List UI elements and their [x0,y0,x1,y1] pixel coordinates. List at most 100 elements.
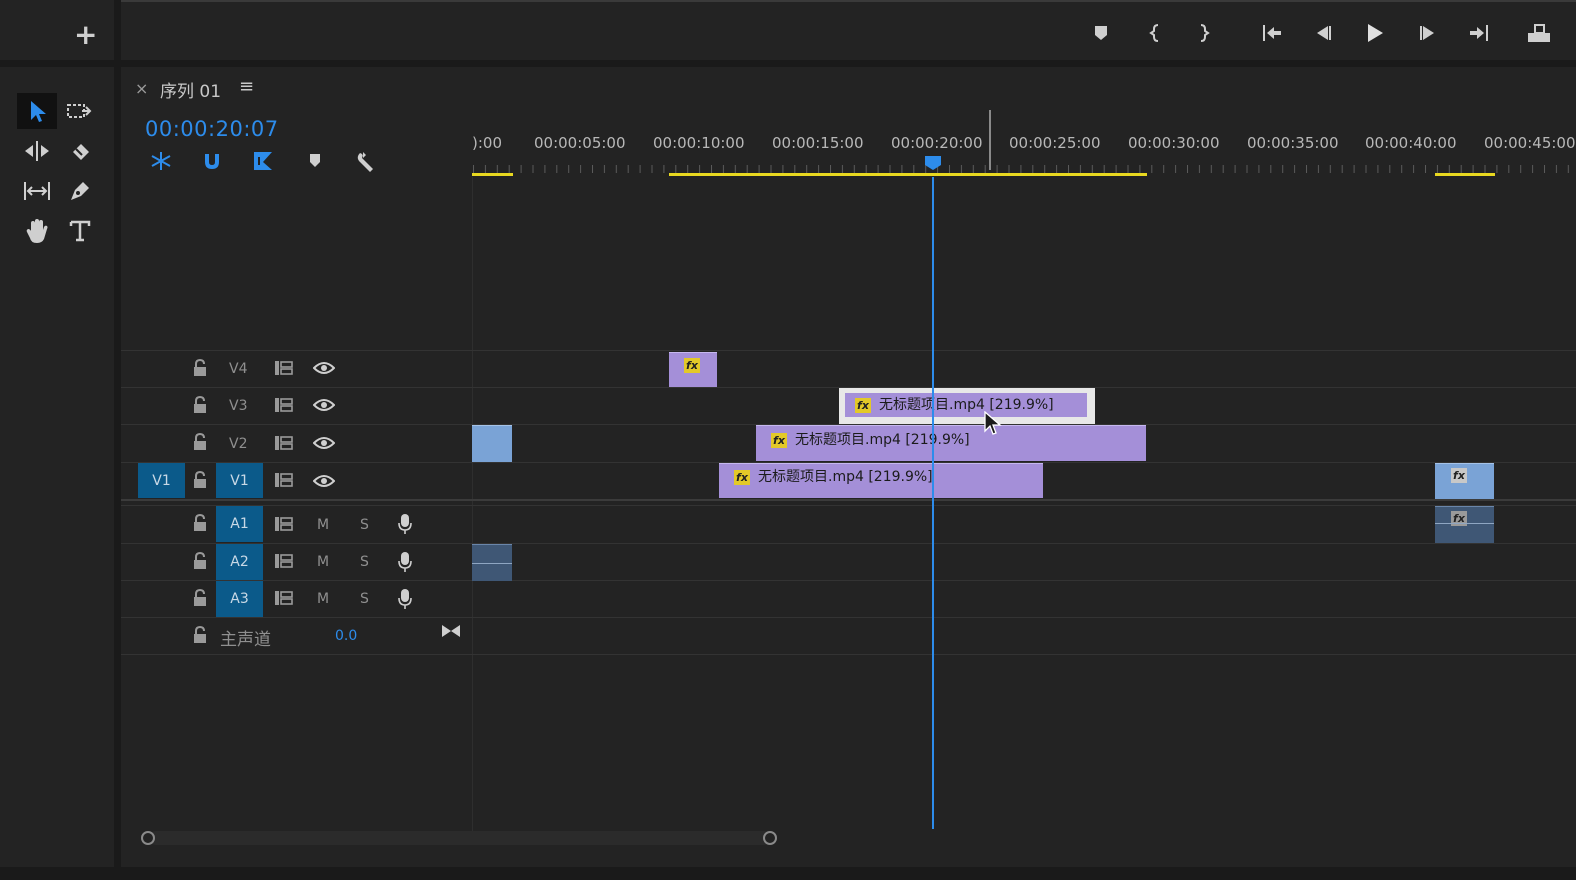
master-volume-value[interactable]: 0.0 [335,628,357,644]
microphone-icon[interactable] [397,588,413,610]
sync-lock-icon[interactable] [274,360,294,376]
playhead-line[interactable] [932,177,934,829]
microphone-icon[interactable] [397,551,413,573]
lock-icon[interactable] [193,433,207,451]
clip-v1-end[interactable]: fx [1435,463,1494,499]
bowtie-icon[interactable] [441,623,461,639]
eye-icon[interactable] [313,436,335,450]
hand-tool[interactable] [17,213,57,249]
ruler-label: 00:00:15:00 [772,134,864,152]
sync-lock-icon[interactable] [274,553,294,569]
mark-in-icon [1149,24,1159,42]
track-label[interactable]: V2 [229,436,247,452]
eye-icon[interactable] [313,474,335,488]
work-area-bar[interactable] [669,173,1147,176]
ruler-label: 00:00:20:00 [891,134,983,152]
step-back-button[interactable] [1310,20,1336,46]
linked-selection-icon [254,152,272,170]
mute-button[interactable]: M [317,591,329,607]
playhead-timecode[interactable]: 00:00:20:07 [145,117,279,141]
mark-out-button[interactable] [1190,20,1216,46]
playhead-handle-icon[interactable] [924,155,942,171]
solo-button[interactable]: S [360,517,369,533]
clip-v3-label-row: fx 无标题项目.mp4 [219.9%] [855,394,1054,414]
ruler-label: 00:00:40:00 [1365,134,1457,152]
fx-badge: fx [734,469,750,485]
clip-a1-end[interactable]: fx [1435,506,1494,543]
project-panel-strip: + [0,0,114,60]
track-target-v1[interactable]: V1 [216,463,263,498]
sync-lock-icon[interactable] [274,435,294,451]
panel-menu-button[interactable]: ≡ [239,76,254,97]
sync-lock-icon[interactable] [274,516,294,532]
eye-icon[interactable] [313,398,335,412]
tools-panel [0,67,114,867]
lock-icon[interactable] [193,396,207,414]
selection-tool[interactable] [17,93,57,129]
ripple-edit-tool[interactable] [17,133,57,169]
lock-icon[interactable] [193,514,207,532]
mark-in-button[interactable] [1143,20,1169,46]
ruler-label: 00:00:25:00 [1009,134,1101,152]
magnet-icon [205,154,219,169]
clip-v2[interactable]: fx 无标题项目.mp4 [219.9%] [756,425,1146,461]
linked-selection-toggle[interactable] [251,150,275,172]
sync-lock-icon[interactable] [274,590,294,606]
insert-overwrite-sequence-toggle[interactable] [149,150,173,172]
track-target-a2[interactable]: A2 [216,544,263,580]
clip-v4[interactable]: fx [669,352,717,387]
add-button[interactable]: + [74,18,97,51]
lock-icon[interactable] [193,589,207,607]
hand-icon [26,219,48,243]
track-target-a3[interactable]: A3 [216,581,263,617]
add-marker-button[interactable] [1088,20,1114,46]
solo-button[interactable]: S [360,554,369,570]
fx-badge: fx [771,432,787,448]
track-header-v2: V2 [121,425,472,462]
slip-tool[interactable] [17,173,57,209]
track-label[interactable]: V4 [229,361,247,377]
zoom-handle-right[interactable] [763,831,777,845]
mute-button[interactable]: M [317,554,329,570]
pen-tool[interactable] [60,173,100,209]
track-target-a1[interactable]: A1 [216,506,263,542]
go-to-out-icon [1470,25,1488,41]
work-area-bar[interactable] [1435,173,1495,176]
monitor-scrollbar[interactable] [121,0,1576,2]
step-forward-button[interactable] [1415,20,1441,46]
lock-icon[interactable] [193,552,207,570]
microphone-icon[interactable] [397,513,413,535]
lock-icon[interactable] [193,359,207,377]
close-sequence-button[interactable]: × [135,79,148,98]
go-to-out-button[interactable] [1466,20,1492,46]
sequence-tab-title[interactable]: 序列 01 [160,77,221,102]
lock-icon[interactable] [193,626,207,644]
timeline-zoom-scrollbar[interactable] [149,831,771,845]
go-to-in-button[interactable] [1259,20,1285,46]
mute-button[interactable]: M [317,517,329,533]
clip-v1[interactable]: fx 无标题项目.mp4 [219.9%] [719,463,1043,498]
sync-lock-icon[interactable] [274,397,294,413]
zoom-handle-left[interactable] [141,831,155,845]
program-monitor-transport [121,0,1576,60]
clip-a2-start[interactable] [472,544,512,581]
track-label[interactable]: V3 [229,398,247,414]
solo-button[interactable]: S [360,591,369,607]
sync-lock-icon[interactable] [274,472,294,488]
work-area-bar[interactable] [472,173,513,176]
timeline-settings-button[interactable] [354,150,378,174]
track-select-tool[interactable] [60,93,100,129]
source-patch-v1[interactable]: V1 [138,463,185,498]
insert-button[interactable] [1526,20,1552,46]
mark-out-icon [1200,24,1210,42]
clip-v3-selected[interactable]: fx 无标题项目.mp4 [219.9%] [839,388,1095,424]
eye-icon[interactable] [313,361,335,375]
play-button[interactable] [1362,20,1388,46]
time-ruler[interactable]: ):00 00:00:05:00 00:00:10:00 00:00:15:00… [472,107,1576,177]
clip-v2-start[interactable] [472,425,512,462]
add-marker-timeline-button[interactable] [307,152,323,170]
type-tool[interactable] [60,213,100,249]
snap-toggle[interactable] [201,150,223,172]
lock-icon[interactable] [193,471,207,489]
razor-tool[interactable] [60,133,100,169]
